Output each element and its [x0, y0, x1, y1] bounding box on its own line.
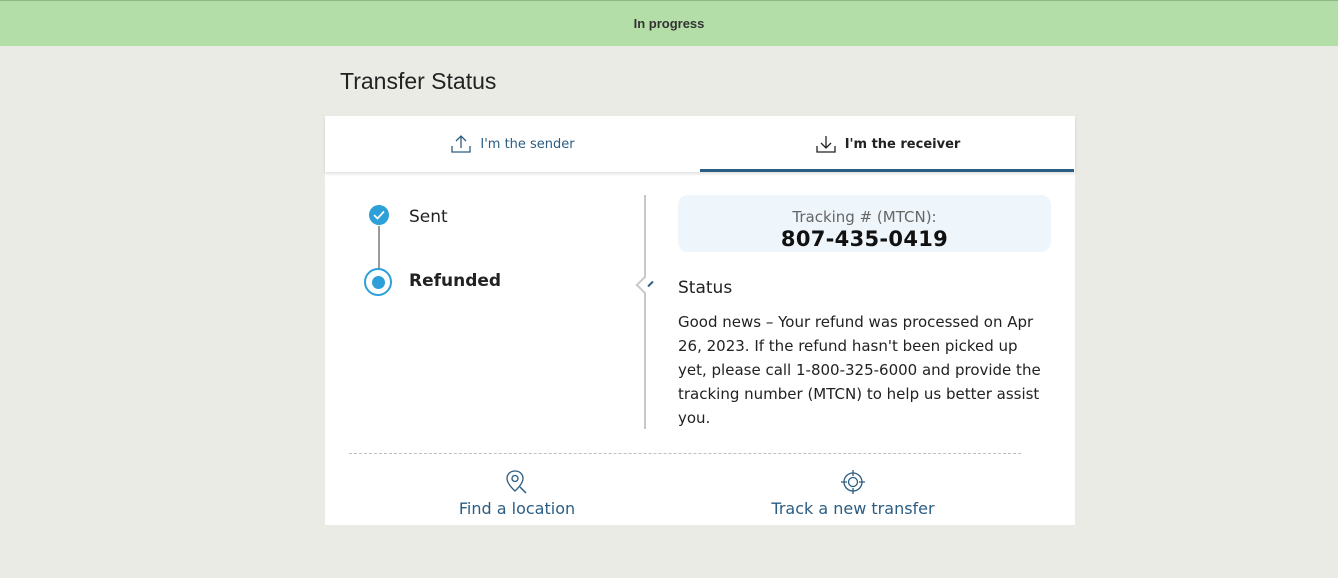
- upload-icon: [450, 134, 472, 154]
- transfer-status-card: I'm the sender I'm the receiver Sent Ref…: [325, 116, 1075, 525]
- tab-receiver-label: I'm the receiver: [844, 136, 961, 152]
- tab-sender[interactable]: I'm the sender: [325, 116, 700, 172]
- find-location-label: Find a location: [458, 499, 576, 518]
- banner-text: In progress: [633, 16, 705, 31]
- page-title: Transfer Status: [340, 68, 497, 94]
- checkmark-icon: [369, 205, 389, 225]
- vertical-divider: [644, 195, 646, 429]
- find-location-link[interactable]: Find a location: [452, 469, 582, 518]
- status-message: Good news – Your refund was processed on…: [678, 313, 1041, 427]
- tracking-label: Tracking # (MTCN):: [792, 208, 937, 226]
- role-tabs: I'm the sender I'm the receiver: [325, 116, 1075, 172]
- timeline-step-refunded: Refunded: [409, 271, 502, 291]
- timeline-step-sent: Sent: [409, 207, 448, 227]
- status-heading: Status: [678, 278, 733, 298]
- tab-receiver[interactable]: I'm the receiver: [700, 116, 1075, 172]
- tab-sender-label: I'm the sender: [480, 136, 575, 152]
- crosshair-icon: [840, 469, 866, 499]
- current-step-icon: [364, 268, 392, 296]
- tracking-box: Tracking # (MTCN): 807-435-0419: [678, 195, 1051, 252]
- download-icon: [815, 134, 837, 154]
- tracking-number: 807-435-0419: [780, 227, 949, 251]
- dashed-separator: [349, 453, 1021, 454]
- track-new-transfer-link[interactable]: Track a new transfer: [768, 469, 938, 518]
- status-banner: In progress: [0, 0, 1338, 46]
- location-search-icon: [504, 469, 530, 499]
- track-new-transfer-label: Track a new transfer: [771, 499, 935, 518]
